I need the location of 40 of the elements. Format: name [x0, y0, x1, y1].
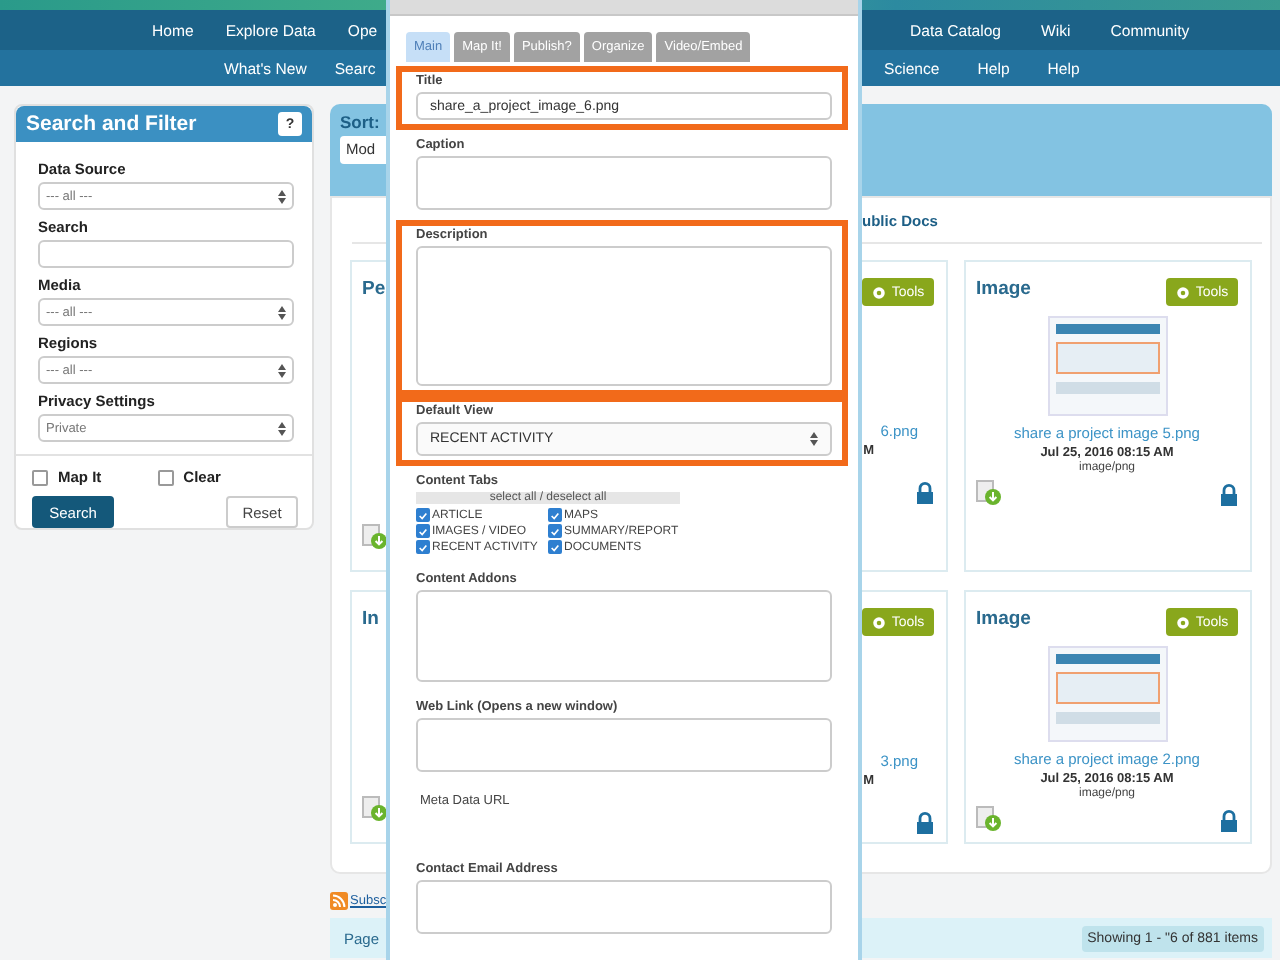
text-area[interactable]: [416, 880, 832, 934]
card-title: Image: [976, 278, 1031, 300]
download-icon[interactable]: [362, 524, 388, 550]
panel-title: Search and Filter: [26, 112, 197, 136]
checkbox[interactable]: [416, 524, 430, 538]
text-area[interactable]: [416, 718, 832, 772]
updown-arrows-icon: [278, 189, 286, 203]
download-icon[interactable]: [362, 796, 388, 822]
card-title: Pe: [362, 278, 386, 300]
updown-arrows-icon: [278, 305, 286, 319]
gear-icon: [871, 615, 886, 629]
lock-icon: [916, 812, 934, 834]
updown-arrows-icon: [278, 421, 286, 435]
updown-arrows-icon: [278, 363, 286, 377]
card-title: Image: [976, 608, 1031, 630]
checkbox[interactable]: [157, 469, 174, 485]
checkbox[interactable]: [548, 524, 562, 538]
thumbnail-drawing[interactable]: [1047, 316, 1167, 416]
download-icon[interactable]: [976, 806, 1002, 832]
lock-icon: [1220, 484, 1238, 506]
sort-label: Sort:: [340, 112, 382, 132]
card-title: In: [362, 608, 379, 630]
gear-icon: [1175, 615, 1190, 629]
thumbnail-drawing[interactable]: [1047, 646, 1167, 742]
lock-icon: [916, 482, 934, 504]
rss-icon: [330, 892, 348, 910]
checkbox[interactable]: [32, 469, 48, 485]
checkbox[interactable]: [416, 508, 430, 522]
text-area[interactable]: [416, 590, 832, 682]
text-area[interactable]: [416, 246, 832, 386]
gear-icon: [871, 285, 886, 299]
updown-arrows-icon: [810, 432, 818, 446]
checkbox[interactable]: [548, 540, 562, 554]
download-icon[interactable]: [976, 480, 1002, 506]
search-field[interactable]: [38, 240, 294, 268]
gear-icon: [1175, 285, 1190, 299]
lock-icon: [1220, 810, 1238, 832]
text-area[interactable]: [416, 156, 832, 210]
checkbox[interactable]: [416, 540, 430, 554]
checkbox[interactable]: [548, 508, 562, 522]
